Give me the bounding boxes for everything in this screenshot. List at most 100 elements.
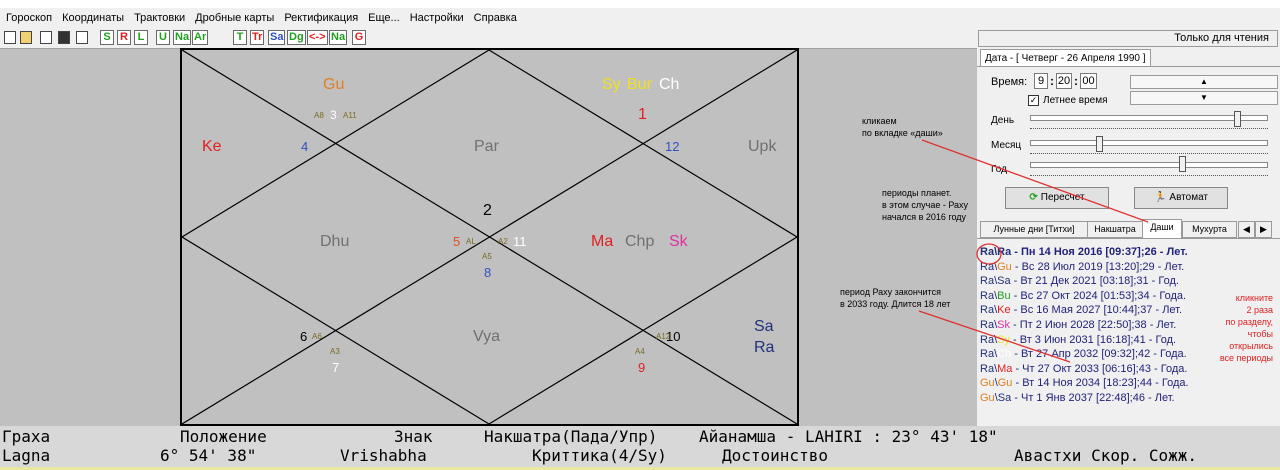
arudha-a12: A12 [656,332,671,341]
new-file-icon[interactable] [4,31,16,44]
col-sign: Знак [394,427,433,446]
read-only-button[interactable]: Только для чтения [978,30,1278,47]
toolbar-btn-na[interactable]: Na [173,30,192,45]
annotation-periods: периоды планет. в этом случае - Раху нач… [882,188,969,222]
dasha-sublord: Ch [997,348,1012,361]
menu-rectification[interactable]: Ректификация [279,12,363,24]
time-spin-up[interactable]: ▲ [1130,75,1278,89]
tab-scroll-left[interactable]: ◀ [1238,221,1255,238]
dasha-period: - Чт 27 Окт 2033 [06:16];43 - Года. [1012,362,1188,375]
house-number-8: 8 [484,265,492,280]
dasha-lord: Ra [980,333,995,346]
col-position: Положение [180,427,267,446]
day-slider[interactable] [1030,115,1268,121]
open-folder-icon[interactable] [20,31,32,44]
dasha-row[interactable]: Ra\Sk - Пт 2 Июн 2028 [22:50];38 - Лет. [980,319,1176,333]
menu-horoscope[interactable]: Гороскоп [0,12,57,24]
row-lagna-nakshatra: Криттика(4/Sy) [532,446,667,465]
toolbar-btn-r[interactable]: R [117,30,131,45]
dasha-lord: Ra [980,348,995,361]
dasha-row[interactable]: Ra\Bu - Вс 27 Окт 2024 [01:53];34 - Года… [980,290,1186,304]
tab-divider [977,66,1280,67]
birth-chart: 1 2 3 4 5 6 7 8 9 10 11 12 Gu Sy Bur Ch … [180,48,799,426]
time-seconds-input[interactable]: 00 [1080,73,1097,89]
annotation-click-tab: кликаем по вкладке «даши» [862,116,943,138]
arudha-a2: A2 [498,237,508,246]
tab-nakshatra[interactable]: Накшатра [1087,221,1143,238]
toolbar-btn-swap[interactable]: <-> [307,30,328,45]
dasha-row[interactable]: Gu\Gu - Вт 14 Ноя 2034 [18:23];44 - Года… [980,377,1189,391]
year-label: Год [991,164,1007,175]
planet-gu: Gu [323,76,345,93]
dasha-period: - Вт 27 Апр 2032 [09:32];42 - Года. [1011,348,1187,361]
house-number-9: 9 [638,360,646,375]
menu-help[interactable]: Справка [469,12,522,24]
year-slider[interactable] [1030,162,1268,168]
dasha-period: - Пн 14 Ноя 2016 [09:37];26 - Лет. [1011,246,1188,258]
toolbar-btn-na2[interactable]: Na [329,30,348,45]
dasha-period: - Вс 28 Июл 2019 [13:20];29 - Лет. [1011,260,1185,273]
tab-lunar-days[interactable]: Лунные дни [Титхи] [980,221,1088,238]
toolbar-btn-t[interactable]: T [233,30,247,45]
house-number-11: 11 [513,234,527,249]
planet-sa: Sa [754,318,774,335]
tab-dashas[interactable]: Даши [1142,219,1182,238]
toolbar-btn-s[interactable]: S [100,30,114,45]
auto-button[interactable]: 🏃 Автомат [1134,187,1228,209]
time-spin-down[interactable]: ▼ [1130,91,1278,105]
dasha-row[interactable]: Gu\Sa - Чт 1 Янв 2037 [22:48];46 - Лет. [980,392,1175,406]
dasha-row[interactable]: Ra\Ch - Вт 27 Апр 2032 [09:32];42 - Года… [980,348,1187,362]
col-nakshatra: Накшатра(Пада/Упр) [484,427,658,446]
menu-coordinates[interactable]: Координаты [57,12,129,24]
print-icon[interactable] [76,31,88,44]
recalculate-button[interactable]: ⟳ Пересчет [1005,187,1109,209]
house-number-7: 7 [332,360,340,375]
day-slider-thumb[interactable] [1234,111,1241,127]
col-avasthi: Авастхи Скор. Сожж. [1014,446,1198,465]
toolbar-btn-ar[interactable]: Ar [192,30,209,45]
dasha-lord: Ra [980,289,995,302]
dasha-period: - Вс 16 Мая 2027 [10:44];37 - Лет. [1010,304,1183,317]
toolbar-btn-g[interactable]: G [352,30,366,45]
dasha-row[interactable]: Ra\Ke - Вс 16 Мая 2027 [10:44];37 - Лет. [980,304,1182,318]
month-slider-thumb[interactable] [1096,136,1103,152]
dst-checkbox[interactable]: ✓ [1028,95,1039,106]
tab-muhurta[interactable]: Мухурта [1182,221,1237,238]
dasha-row[interactable]: Ra\Ra - Пн 14 Ноя 2016 [09:37];26 - Лет. [980,246,1188,260]
planet-sy: Sy [602,76,621,93]
time-minutes-input[interactable]: 20 [1056,73,1072,89]
tab-date[interactable]: Дата - [ Четверг - 26 Апреля 1990 ] [980,49,1151,67]
dasha-sublord: Sa [997,275,1011,288]
planet-dhu: Dhu [320,233,350,250]
month-slider[interactable] [1030,140,1268,146]
year-slider-ticks [1030,175,1268,178]
tab-scroll-right[interactable]: ▶ [1255,221,1272,238]
toolbar-btn-tr[interactable]: Tr [250,30,265,45]
dasha-row[interactable]: Ra\Sy - Вт 3 Июн 2031 [16:18];41 - Год. [980,334,1176,348]
toolbar-btn-l[interactable]: L [134,30,148,45]
arudha-a6: A6 [312,332,322,341]
blank-page-icon[interactable] [40,31,52,44]
toolbar-btn-u[interactable]: U [156,30,170,45]
planet-chp: Chp [625,233,655,250]
dasha-sublord: Ke [997,304,1011,317]
time-hours-input[interactable]: 9 [1034,73,1048,89]
menu-more[interactable]: Еще... [363,12,405,24]
col-dignity: Достоинство [722,446,828,465]
menu-interpretations[interactable]: Трактовки [129,12,190,24]
dasha-period: - Вт 21 Дек 2021 [03:18];31 - Год. [1010,275,1179,288]
menu-divisional-charts[interactable]: Дробные карты [190,12,279,24]
save-disk-icon[interactable] [58,31,70,44]
toolbar-btn-sa[interactable]: Sa [268,30,286,45]
control-panel: Дата - [ Четверг - 26 Апреля 1990 ] Врем… [977,48,1280,426]
time-sep-2: : [1074,74,1078,88]
annotation-click-twice: кликните 2 раза по разделу, чтобы открыл… [1219,293,1273,363]
dasha-sublord: Sa [997,392,1012,404]
year-slider-thumb[interactable] [1179,156,1186,172]
dasha-lord: Ra [980,304,995,317]
dasha-row[interactable]: Ra\Sa - Вт 21 Дек 2021 [03:18];31 - Год. [980,275,1179,289]
dasha-row[interactable]: Ra\Gu - Вс 28 Июл 2019 [13:20];29 - Лет. [980,261,1184,275]
dasha-row[interactable]: Ra\Ma - Чт 27 Окт 2033 [06:16];43 - Года… [980,363,1187,377]
toolbar-btn-dg[interactable]: Dg [287,30,306,45]
menu-settings[interactable]: Настройки [405,12,469,24]
